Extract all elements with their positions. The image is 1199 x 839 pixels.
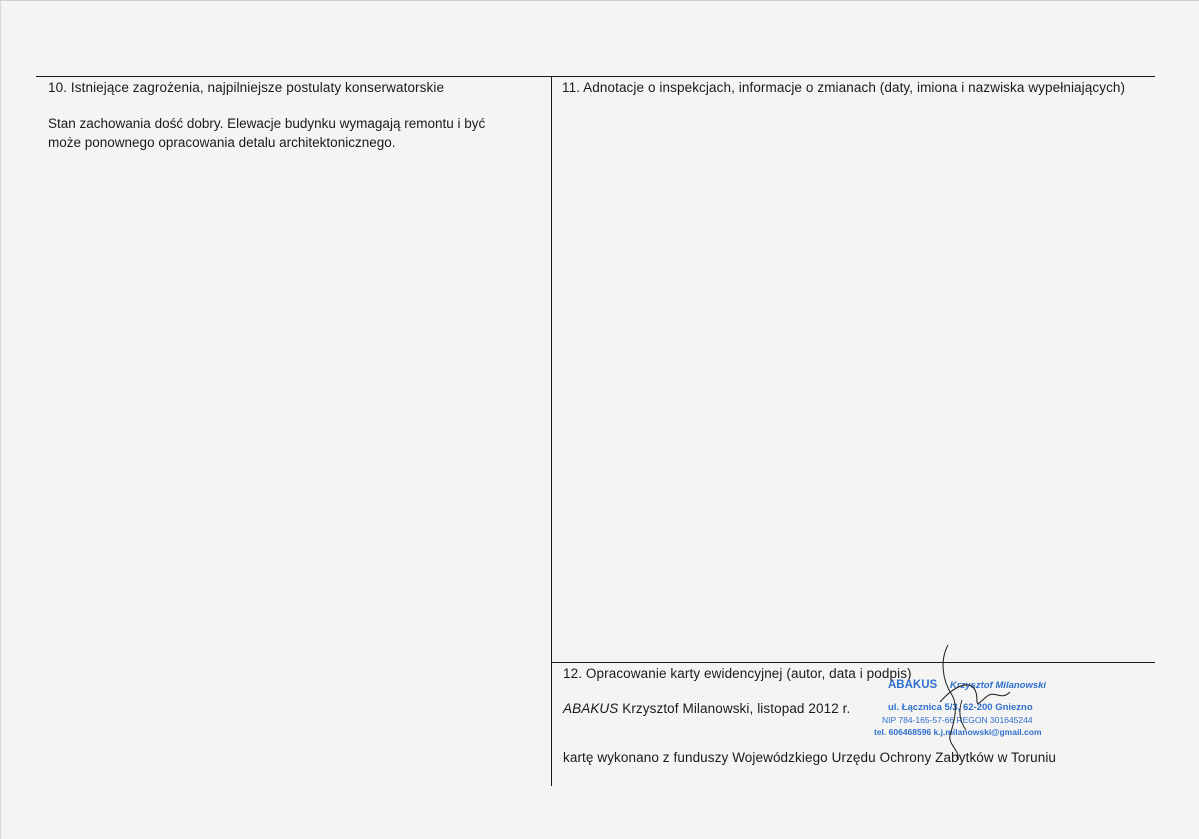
- section-10-top-rule: [36, 76, 551, 77]
- section-12-top-rule: [551, 662, 1155, 663]
- section-12-author: ABAKUS Krzysztof Milanowski, listopad 20…: [563, 701, 850, 716]
- section-11-top-rule: [551, 76, 1155, 77]
- section-11-title: 11. Adnotacje o inspekcjach, informacje …: [562, 80, 1126, 95]
- signature-graphic: [939, 644, 1011, 761]
- section-12-title: 12. Opracowanie karty ewidencyjnej (auto…: [563, 666, 912, 681]
- author-firm: ABAKUS: [563, 701, 619, 716]
- author-name-date: Krzysztof Milanowski, listopad 2012 r.: [618, 701, 851, 716]
- column-divider: [551, 76, 552, 786]
- section-10-title: 10. Istniejące zagrożenia, najpilniejsze…: [48, 80, 445, 95]
- section-10-body: Stan zachowania dość dobry. Elewacje bud…: [48, 116, 486, 150]
